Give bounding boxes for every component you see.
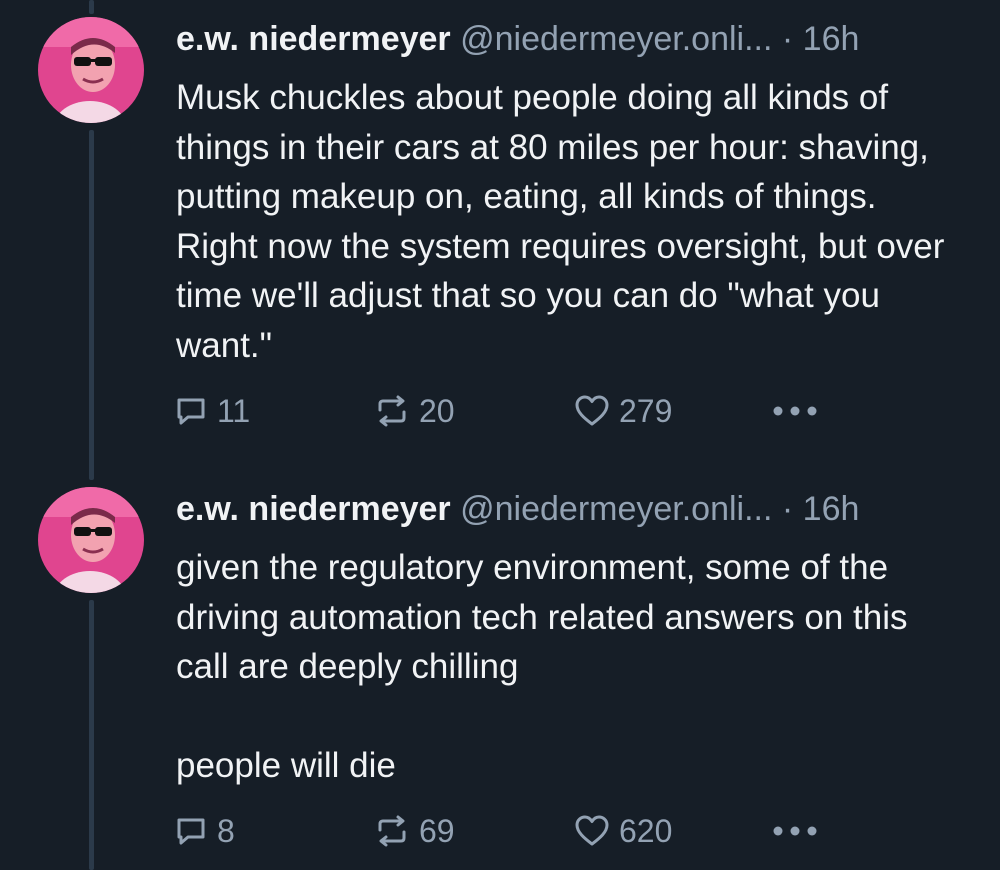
repost-count: 20 <box>419 392 455 429</box>
post-1[interactable]: e.w. niedermeyer @niedermeyer.onli... · … <box>0 0 1000 470</box>
post-time[interactable]: 16h <box>803 20 860 58</box>
author-handle[interactable]: @niedermeyer.onli... <box>460 20 772 58</box>
avatar-photo-icon <box>38 17 144 123</box>
post-header: e.w. niedermeyer @niedermeyer.onli... · … <box>176 14 970 64</box>
repost-count: 69 <box>419 812 455 849</box>
post-2[interactable]: e.w. niedermeyer @niedermeyer.onli... · … <box>0 470 1000 870</box>
author-handle[interactable]: @niedermeyer.onli... <box>460 490 772 528</box>
reply-count: 11 <box>217 392 251 429</box>
author-name[interactable]: e.w. niedermeyer <box>176 490 451 528</box>
reply-icon <box>177 398 205 425</box>
author-name[interactable]: e.w. niedermeyer <box>176 20 451 58</box>
post-actions: 11 20 279 <box>174 386 874 436</box>
repost-icon <box>378 815 406 847</box>
post-time[interactable]: 16h <box>803 490 860 528</box>
like-count: 620 <box>619 812 673 849</box>
repost-icon <box>378 395 406 427</box>
reply-button[interactable]: 8 <box>174 806 235 856</box>
post-header: e.w. niedermeyer @niedermeyer.onli... · … <box>176 484 970 534</box>
more-options-button[interactable] <box>772 806 818 856</box>
post-body: given the regulatory environment, some o… <box>176 543 966 791</box>
reply-count: 8 <box>217 812 235 849</box>
post-paragraph: given the regulatory environment, some o… <box>176 548 908 686</box>
heart-icon <box>575 815 609 846</box>
more-icon <box>773 826 817 836</box>
post-body: Musk chuckles about people doing all kin… <box>176 73 966 370</box>
repost-button[interactable]: 69 <box>374 806 455 856</box>
like-button[interactable]: 620 <box>574 806 672 856</box>
post-paragraph: people will die <box>176 746 396 785</box>
avatar[interactable] <box>38 17 144 123</box>
like-count: 279 <box>619 392 673 429</box>
separator: · <box>781 490 794 528</box>
separator: · <box>781 20 794 58</box>
reply-button[interactable]: 11 <box>174 386 250 436</box>
post-paragraph: Musk chuckles about people doing all kin… <box>176 78 945 365</box>
avatar[interactable] <box>38 487 144 593</box>
like-button[interactable]: 279 <box>574 386 672 436</box>
more-icon <box>773 406 817 416</box>
repost-button[interactable]: 20 <box>374 386 455 436</box>
post-actions: 8 69 620 <box>174 806 874 856</box>
reply-icon <box>177 818 205 845</box>
more-options-button[interactable] <box>772 386 818 436</box>
heart-icon <box>575 395 609 426</box>
avatar-photo-icon <box>38 487 144 593</box>
